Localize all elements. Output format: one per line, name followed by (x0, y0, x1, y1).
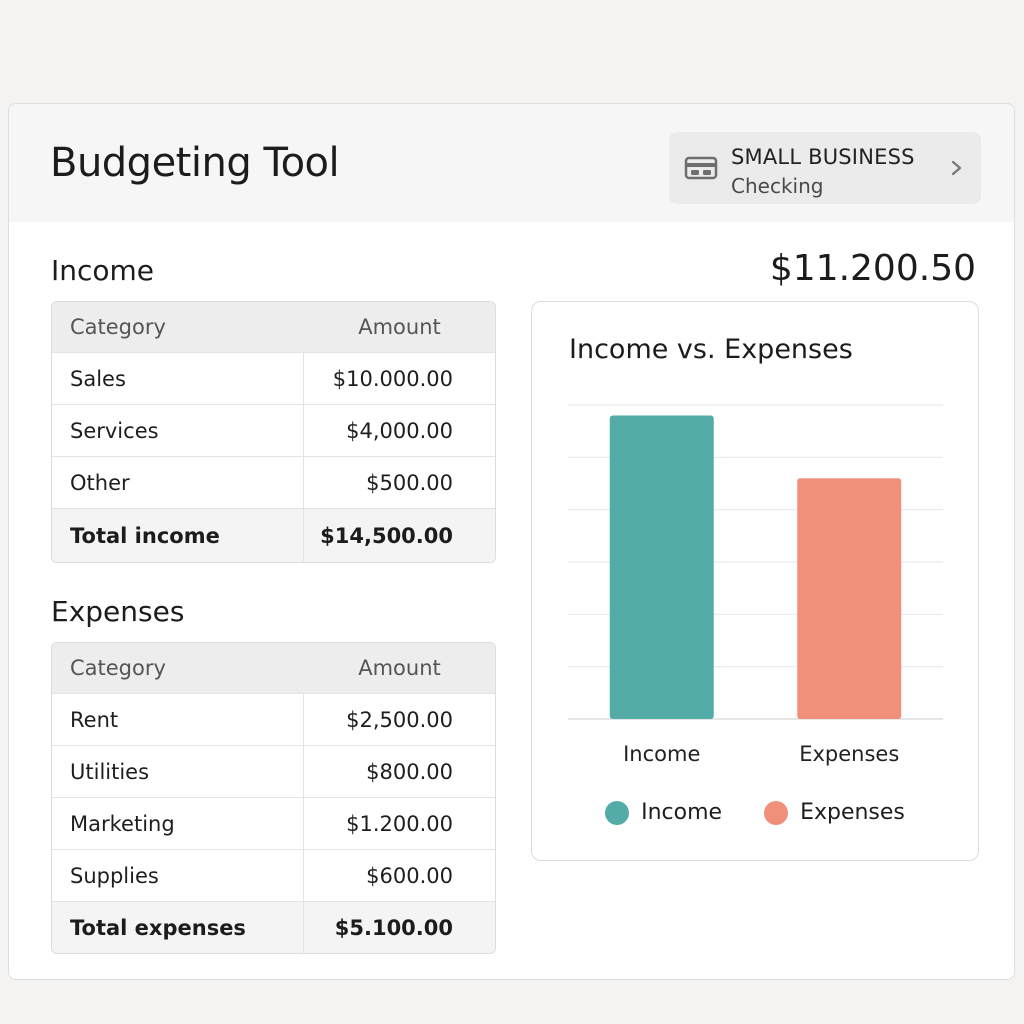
income-section-title: Income (51, 254, 155, 287)
column-header-category: Category (70, 315, 166, 339)
table-row: Sales $10.000.00 (52, 352, 495, 404)
row-category: Utilities (52, 746, 304, 797)
row-category: Supplies (52, 850, 304, 901)
row-amount: $800.00 (366, 759, 453, 784)
row-category: Rent (52, 694, 304, 745)
expenses-table: Category Amount Rent $2,500.00 Utilities… (51, 642, 496, 954)
chevron-right-icon (951, 160, 962, 176)
budget-card: Budgeting Tool SMALL BUSINESS Checking I… (8, 103, 1015, 980)
row-amount: $10.000.00 (332, 366, 453, 391)
x-tick-label-income: Income (623, 742, 700, 766)
row-amount: $2,500.00 (346, 707, 453, 732)
table-row: Other $500.00 (52, 456, 495, 508)
table-row: Rent $2,500.00 (52, 693, 495, 745)
chart-card: Income vs. Expenses Income Expenses Incom… (531, 301, 979, 861)
bar-income (609, 415, 714, 719)
table-row: Marketing $1.200.00 (52, 797, 495, 849)
table-header-row: Category Amount (52, 302, 495, 352)
row-category: Other (52, 457, 304, 508)
table-row: Services $4,000.00 (52, 404, 495, 456)
chart-legend: Income Expenses (532, 800, 978, 825)
table-row: Utilities $800.00 (52, 745, 495, 797)
column-header-amount: Amount (358, 315, 441, 339)
legend-label-expenses: Expenses (800, 800, 905, 825)
x-tick-label-expenses: Expenses (799, 742, 899, 766)
legend-swatch-expenses (764, 800, 789, 825)
table-row: Supplies $600.00 (52, 849, 495, 901)
total-row: Total income $14,500.00 (52, 508, 495, 562)
row-amount: $4,000.00 (346, 418, 453, 443)
bar-chart: Income Expenses (568, 404, 943, 766)
total-row: Total expenses $5.100.00 (52, 901, 495, 953)
legend-item-expenses: Expenses (764, 800, 905, 825)
account-type: Checking (731, 174, 824, 198)
legend-item-income: Income (605, 800, 722, 825)
column-header-category: Category (70, 656, 166, 680)
bank-card-icon (684, 156, 718, 180)
total-label: Total income (52, 509, 304, 562)
row-category: Services (52, 405, 304, 456)
total-label: Total expenses (52, 902, 304, 953)
legend-label-income: Income (641, 800, 723, 825)
row-amount: $1.200.00 (346, 811, 453, 836)
total-amount: $14,500.00 (320, 523, 453, 548)
legend-swatch-income (605, 800, 630, 825)
row-amount: $600.00 (366, 863, 453, 888)
account-selector[interactable]: SMALL BUSINESS Checking (669, 132, 981, 204)
bar-expenses (797, 478, 902, 719)
row-amount: $500.00 (366, 470, 453, 495)
page-title: Budgeting Tool (50, 140, 340, 186)
account-name: SMALL BUSINESS (731, 145, 915, 169)
table-header-row: Category Amount (52, 643, 495, 693)
expenses-section-title: Expenses (51, 595, 185, 628)
income-table: Category Amount Sales $10.000.00 Service… (51, 301, 496, 563)
total-amount: $5.100.00 (334, 915, 453, 940)
column-header-amount: Amount (358, 656, 441, 680)
row-category: Sales (52, 353, 304, 404)
net-total: $11.200.50 (769, 248, 976, 289)
row-category: Marketing (52, 798, 304, 849)
header: Budgeting Tool SMALL BUSINESS Checking (9, 104, 1014, 222)
